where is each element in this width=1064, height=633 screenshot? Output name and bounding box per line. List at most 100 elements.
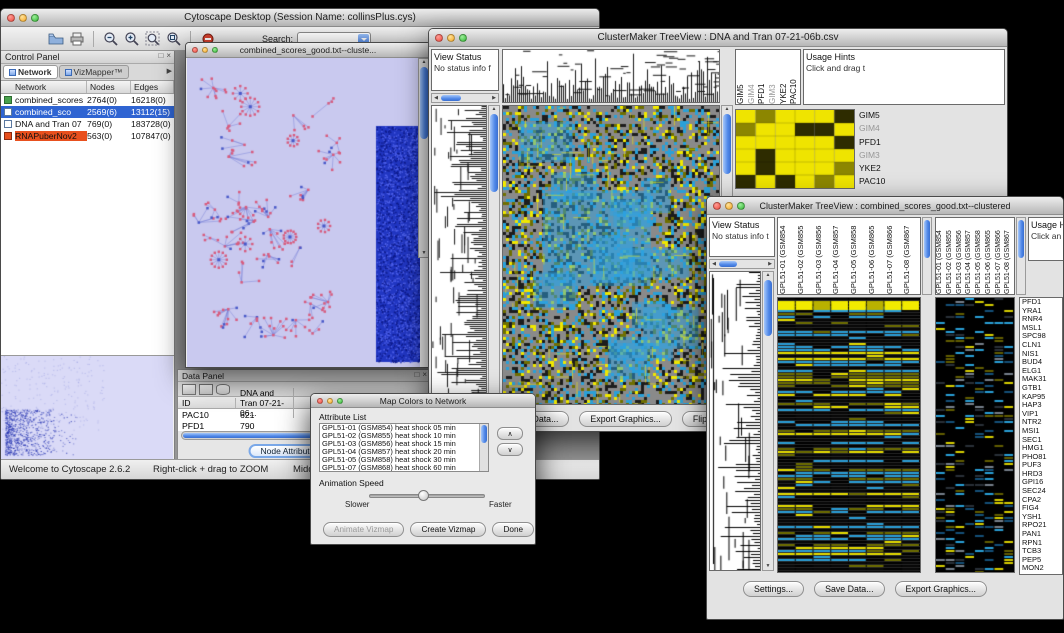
minimize-icon[interactable] xyxy=(327,398,333,404)
network-name: RNAPuberNov2 xyxy=(15,131,87,141)
data-panel-title: Data Panel xyxy=(182,371,224,381)
treeview-button[interactable]: Export Graphics... xyxy=(579,411,671,427)
tv2-heatmap-a[interactable] xyxy=(777,297,921,573)
hscroll-thumb[interactable] xyxy=(441,95,461,101)
print-icon[interactable] xyxy=(68,30,85,47)
tab-overflow-icon[interactable]: ▶ xyxy=(167,67,172,75)
open-session-icon[interactable] xyxy=(47,30,64,47)
network-row[interactable]: RNAPuberNov2 563(0) 107847(0) xyxy=(1,130,174,142)
gene-label[interactable]: MON2 xyxy=(1022,564,1062,573)
tv2-labels-a-scrollbar[interactable] xyxy=(922,217,932,295)
network-row[interactable]: combined_sco 2569(6) 13112(15) xyxy=(1,106,174,118)
move-up-button[interactable]: ∧ xyxy=(497,427,523,440)
close-icon[interactable] xyxy=(435,34,443,42)
close-icon[interactable] xyxy=(317,398,323,404)
scroll-right-icon[interactable]: ▶ xyxy=(490,95,498,101)
tab-icon xyxy=(9,69,16,76)
dialog-button[interactable]: Done xyxy=(492,522,534,537)
network-row[interactable]: combined_scores 2764(0) 16218(0) xyxy=(1,94,174,106)
treeview2-titlebar[interactable]: ClusterMaker TreeView : combined_scores_… xyxy=(707,197,1063,215)
vscroll-thumb[interactable] xyxy=(924,220,930,258)
network-row[interactable]: DNA and Tran 07 769(0) 183728(0) xyxy=(1,118,174,130)
tv1-dendro-left[interactable] xyxy=(431,105,487,405)
create-attribute-icon[interactable] xyxy=(199,384,213,395)
select-attributes-icon[interactable] xyxy=(182,384,196,395)
attribute-item[interactable]: GPL51-07 (GSM868) heat shock 60 min xyxy=(320,464,488,472)
vscroll-thumb[interactable] xyxy=(1018,220,1024,258)
dendro-hscrollbar[interactable]: ◀ ▶ xyxy=(709,259,775,269)
dialog-button[interactable]: Create Vizmap xyxy=(410,522,486,537)
vscroll-thumb[interactable] xyxy=(481,425,487,443)
scroll-left-icon[interactable]: ◀ xyxy=(710,261,718,267)
network-canvas[interactable] xyxy=(187,58,420,368)
tv2-dendro-left[interactable] xyxy=(709,271,761,571)
treeview1-titlebar[interactable]: ClusterMaker TreeView : DNA and Tran 07-… xyxy=(429,29,1007,47)
float-panel-icon[interactable]: □ xyxy=(158,51,163,60)
close-icon[interactable] xyxy=(713,202,721,210)
vscroll-thumb[interactable] xyxy=(723,114,731,174)
maximize-icon[interactable] xyxy=(737,202,745,210)
attribute-listbox[interactable]: GPL51-01 (GSM854) heat shock 05 minGPL51… xyxy=(319,423,489,472)
scroll-left-icon[interactable]: ◀ xyxy=(432,95,440,101)
birdseye-view[interactable] xyxy=(1,355,174,459)
hscroll-track[interactable] xyxy=(718,260,766,268)
control-panel-tab[interactable]: Network xyxy=(3,65,58,79)
zoom-in-icon[interactable] xyxy=(123,30,140,47)
column-header[interactable]: Edges xyxy=(131,81,174,93)
close-icon[interactable] xyxy=(7,14,15,22)
network-name: combined_sco xyxy=(15,107,87,117)
dialog-titlebar[interactable]: Map Colors to Network xyxy=(311,394,535,408)
attribute-store-icon[interactable] xyxy=(216,384,230,395)
hscroll-track[interactable] xyxy=(440,94,490,102)
maximize-icon[interactable] xyxy=(337,398,343,404)
move-down-button[interactable]: ∨ xyxy=(497,443,523,456)
network-window-titlebar[interactable]: combined_scores_good.txt--cluste... xyxy=(186,43,430,58)
treeview-button[interactable]: Save Data... xyxy=(814,581,884,597)
maximize-icon[interactable] xyxy=(212,47,218,53)
tv2-labels-b-scrollbar[interactable] xyxy=(1016,217,1026,295)
tv1-left-vscrollbar[interactable]: ▲ ▼ xyxy=(488,105,500,405)
tv1-matrix[interactable] xyxy=(735,109,855,189)
scroll-up-icon[interactable]: ▲ xyxy=(763,272,773,279)
minimize-icon[interactable] xyxy=(19,14,27,22)
scroll-up-icon[interactable]: ▲ xyxy=(489,106,499,113)
status-welcome: Welcome to Cytoscape 2.6.2 xyxy=(9,464,130,475)
treeview-button[interactable]: Export Graphics... xyxy=(895,581,987,597)
zoom-selected-icon[interactable] xyxy=(144,30,161,47)
scroll-down-icon[interactable]: ▼ xyxy=(763,563,773,570)
minimize-icon[interactable] xyxy=(447,34,455,42)
zoom-out-icon[interactable] xyxy=(102,30,119,47)
tv1-heatmap[interactable] xyxy=(502,105,720,405)
tv1-dendro-top[interactable] xyxy=(502,49,720,103)
control-panel-tab[interactable]: VizMapper™ xyxy=(59,65,129,79)
animation-speed-slider[interactable] xyxy=(369,494,485,498)
vscroll-thumb[interactable] xyxy=(490,114,498,192)
hscroll-thumb[interactable] xyxy=(719,261,737,267)
close-icon[interactable] xyxy=(192,47,198,53)
listbox-scrollbar[interactable] xyxy=(479,424,488,471)
treeview-button[interactable]: Settings... xyxy=(743,581,804,597)
close-panel-icon[interactable]: × xyxy=(166,51,171,60)
birdseye-canvas[interactable] xyxy=(1,356,173,459)
matrix-row-label: YKE2 xyxy=(859,162,905,175)
column-header[interactable]: Network xyxy=(1,81,87,93)
float-panel-icon[interactable]: □ xyxy=(414,370,419,379)
data-column-header[interactable]: ID xyxy=(178,398,236,408)
main-titlebar[interactable]: Cytoscape Desktop (Session Name: collins… xyxy=(1,9,599,27)
dialog-button[interactable]: Animate Vizmap xyxy=(323,522,404,537)
scroll-up-icon[interactable]: ▲ xyxy=(722,106,732,113)
vscroll-thumb[interactable] xyxy=(764,280,772,336)
close-panel-icon[interactable]: × xyxy=(422,370,427,379)
scroll-right-icon[interactable]: ▶ xyxy=(766,261,774,267)
maximize-icon[interactable] xyxy=(31,14,39,22)
minimize-icon[interactable] xyxy=(202,47,208,53)
vscroll-thumb[interactable] xyxy=(420,67,428,139)
zoom-fit-icon[interactable] xyxy=(165,30,182,47)
tv2-left-vscrollbar[interactable]: ▲ ▼ xyxy=(762,271,774,571)
slider-thumb[interactable] xyxy=(418,490,429,501)
maximize-icon[interactable] xyxy=(459,34,467,42)
minimize-icon[interactable] xyxy=(725,202,733,210)
dendro-hscrollbar[interactable]: ◀ ▶ xyxy=(431,93,499,103)
column-header[interactable]: Nodes xyxy=(87,81,131,93)
tv2-heatmap-b[interactable] xyxy=(935,297,1015,573)
